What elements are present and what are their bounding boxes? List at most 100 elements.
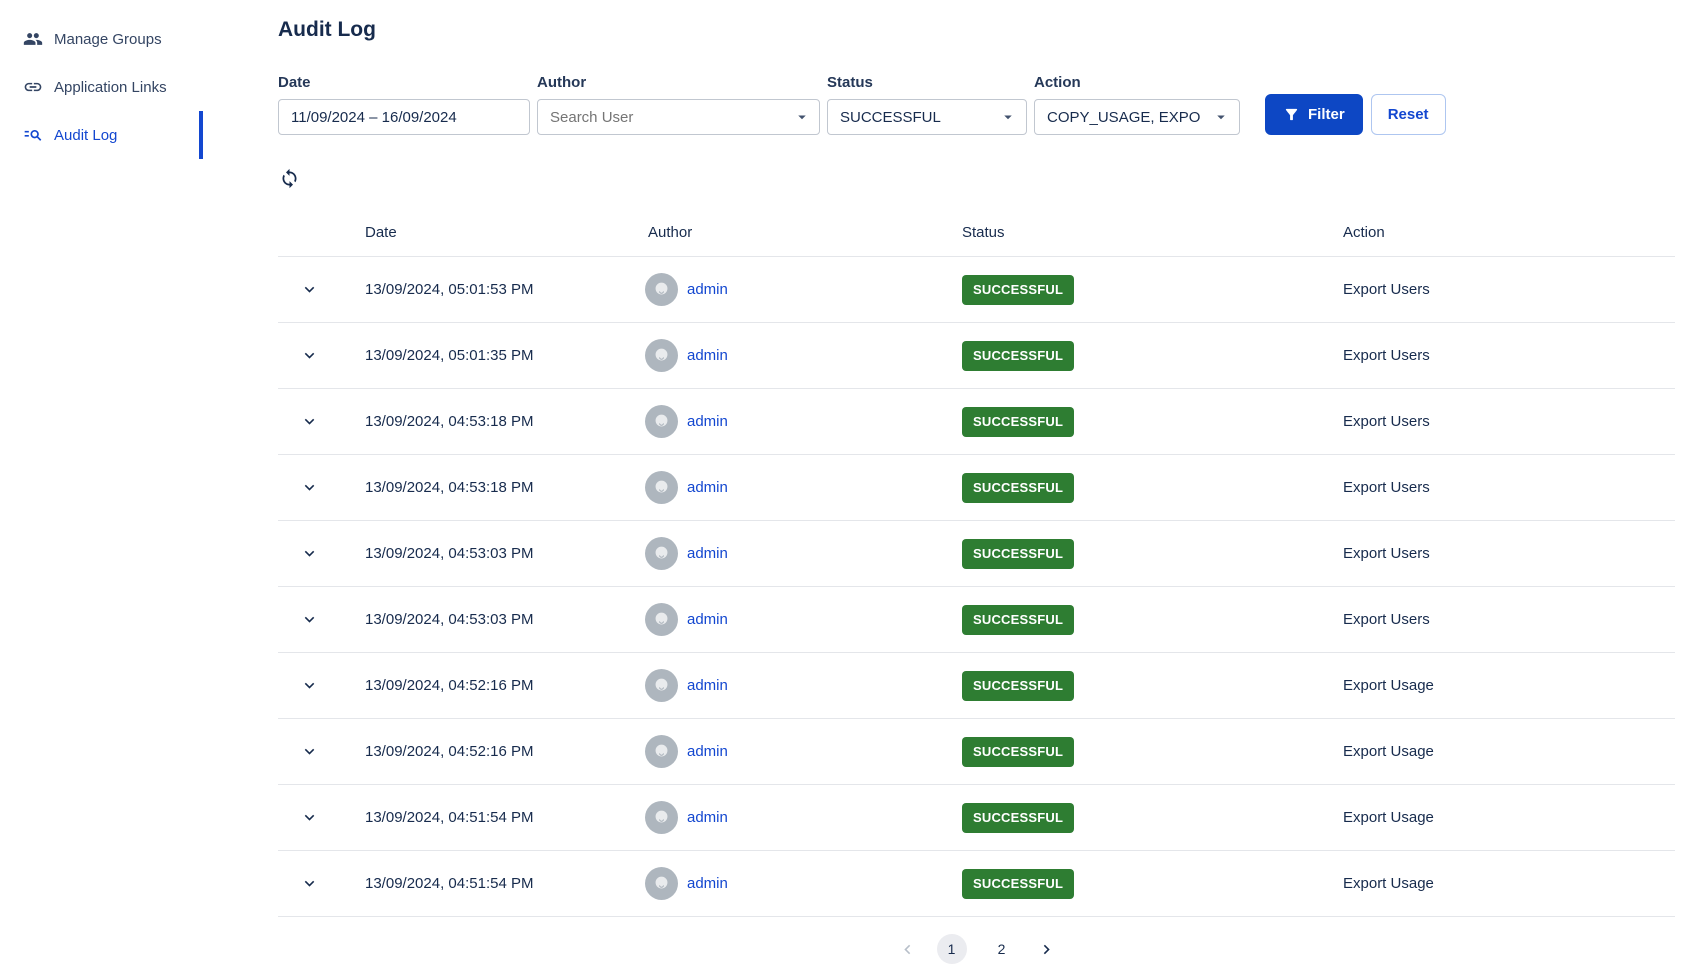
table-row: 13/09/2024, 04:52:16 PM admin SUCCESSFUL… [278, 718, 1675, 784]
expand-row-button[interactable] [298, 740, 321, 763]
status-badge: SUCCESSFUL [962, 341, 1074, 371]
sidebar-item-label: Audit Log [54, 127, 117, 144]
row-author: admin [640, 339, 962, 372]
sidebar-item-label: Manage Groups [54, 31, 162, 48]
reset-button-label: Reset [1388, 106, 1429, 123]
table-row: 13/09/2024, 05:01:53 PM admin SUCCESSFUL… [278, 256, 1675, 322]
author-filter-label: Author [537, 74, 820, 91]
row-author: admin [640, 273, 962, 306]
expand-row-button[interactable] [298, 476, 321, 499]
expand-row-button[interactable] [298, 344, 321, 367]
author-link[interactable]: admin [687, 281, 728, 298]
table-row: 13/09/2024, 04:51:54 PM admin SUCCESSFUL… [278, 784, 1675, 850]
row-action: Export Users [1343, 611, 1675, 628]
column-header-date: Date [340, 224, 640, 241]
row-action: Export Users [1343, 413, 1675, 430]
expand-row-button[interactable] [298, 410, 321, 433]
sidebar-item-application-links[interactable]: Application Links [0, 63, 203, 111]
date-range-input[interactable] [278, 99, 530, 135]
author-search-input[interactable] [537, 99, 820, 135]
status-badge: SUCCESSFUL [962, 605, 1074, 635]
expand-row-button[interactable] [298, 542, 321, 565]
chevron-down-icon [999, 108, 1017, 126]
reset-button[interactable]: Reset [1371, 94, 1446, 135]
row-date: 13/09/2024, 04:53:03 PM [340, 611, 640, 628]
sidebar-item-audit-log[interactable]: Audit Log [0, 111, 203, 159]
row-status: SUCCESSFUL [962, 341, 1343, 371]
expand-row-button[interactable] [298, 278, 321, 301]
date-filter-field: Date [278, 74, 530, 135]
row-status: SUCCESSFUL [962, 869, 1343, 899]
people-icon [23, 29, 43, 49]
table-row: 13/09/2024, 05:01:35 PM admin SUCCESSFUL… [278, 322, 1675, 388]
table-row: 13/09/2024, 04:52:16 PM admin SUCCESSFUL… [278, 652, 1675, 718]
chevron-down-icon [300, 544, 319, 563]
row-date: 13/09/2024, 05:01:35 PM [340, 347, 640, 364]
chevron-left-icon [898, 940, 917, 959]
author-link[interactable]: admin [687, 545, 728, 562]
filter-button[interactable]: Filter [1265, 94, 1363, 135]
action-select-value: COPY_USAGE, EXPO [1047, 109, 1200, 126]
author-link[interactable]: admin [687, 479, 728, 496]
row-date: 13/09/2024, 04:52:16 PM [340, 677, 640, 694]
row-action: Export Usage [1343, 809, 1675, 826]
user-avatar-icon [645, 735, 678, 768]
status-badge: SUCCESSFUL [962, 869, 1074, 899]
chevron-down-icon [300, 610, 319, 629]
row-status: SUCCESSFUL [962, 473, 1343, 503]
page-button-1[interactable]: 1 [937, 934, 967, 964]
status-badge: SUCCESSFUL [962, 407, 1074, 437]
expand-row-button[interactable] [298, 806, 321, 829]
table-row: 13/09/2024, 04:53:03 PM admin SUCCESSFUL… [278, 586, 1675, 652]
author-link[interactable]: admin [687, 809, 728, 826]
filter-button-label: Filter [1308, 106, 1345, 123]
chevron-down-icon [1212, 108, 1230, 126]
table-row: 13/09/2024, 04:53:03 PM admin SUCCESSFUL… [278, 520, 1675, 586]
row-date: 13/09/2024, 04:53:03 PM [340, 545, 640, 562]
refresh-sync-icon [279, 168, 300, 189]
status-badge: SUCCESSFUL [962, 737, 1074, 767]
refresh-button[interactable] [278, 168, 300, 190]
user-avatar-icon [645, 801, 678, 834]
row-date: 13/09/2024, 04:53:18 PM [340, 479, 640, 496]
expand-row-button[interactable] [298, 872, 321, 895]
chevron-down-icon [300, 478, 319, 497]
column-header-action: Action [1343, 224, 1675, 241]
expand-row-button[interactable] [298, 674, 321, 697]
page-button-2[interactable]: 2 [987, 934, 1017, 964]
row-status: SUCCESSFUL [962, 803, 1343, 833]
chevron-down-icon [300, 676, 319, 695]
filter-bar: Date Author Status SUCCESSFUL Action COP… [278, 74, 1675, 135]
row-action: Export Users [1343, 479, 1675, 496]
author-link[interactable]: admin [687, 347, 728, 364]
row-author: admin [640, 801, 962, 834]
link-icon [23, 77, 43, 97]
sidebar-item-manage-groups[interactable]: Manage Groups [0, 15, 203, 63]
row-action: Export Users [1343, 545, 1675, 562]
status-select[interactable]: SUCCESSFUL [827, 99, 1027, 135]
expand-row-button[interactable] [298, 608, 321, 631]
row-status: SUCCESSFUL [962, 737, 1343, 767]
author-link[interactable]: admin [687, 875, 728, 892]
row-author: admin [640, 603, 962, 636]
column-header-author: Author [640, 224, 962, 241]
status-badge: SUCCESSFUL [962, 539, 1074, 569]
previous-page-button[interactable] [898, 940, 917, 959]
row-status: SUCCESSFUL [962, 539, 1343, 569]
row-action: Export Usage [1343, 743, 1675, 760]
author-link[interactable]: admin [687, 413, 728, 430]
row-action: Export Usage [1343, 875, 1675, 892]
row-status: SUCCESSFUL [962, 671, 1343, 701]
author-link[interactable]: admin [687, 611, 728, 628]
pagination: 1 2 [278, 934, 1675, 964]
action-select[interactable]: COPY_USAGE, EXPO [1034, 99, 1240, 135]
row-action: Export Usage [1343, 677, 1675, 694]
row-action: Export Users [1343, 347, 1675, 364]
sidebar: Manage Groups Application Links Audit Lo… [0, 0, 203, 975]
author-link[interactable]: admin [687, 743, 728, 760]
audit-log-search-icon [23, 125, 43, 145]
next-page-button[interactable] [1037, 940, 1056, 959]
author-link[interactable]: admin [687, 677, 728, 694]
main-content: Audit Log Date Author Status SUCCESSFUL … [278, 0, 1675, 964]
chevron-down-icon [300, 742, 319, 761]
